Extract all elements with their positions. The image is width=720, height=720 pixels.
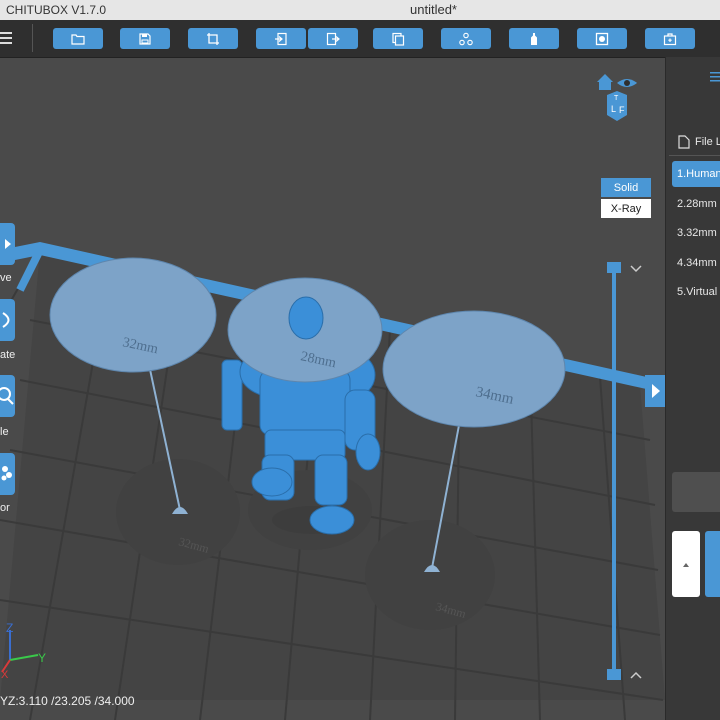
slider-bottom-handle[interactable] [607,669,621,680]
export-button[interactable] [308,28,358,49]
document-title: untitled* [410,2,457,17]
hamburger-menu-icon[interactable] [0,28,14,48]
disc-shadow [365,520,495,630]
chevron-down-icon[interactable] [630,265,642,273]
xyz-coordinate-readout: YZ:3.110 /23.205 /34.000 [0,694,135,708]
file-list-item[interactable]: 4.34mm [677,257,717,269]
main-toolbar [0,20,720,58]
svg-text:T: T [614,95,619,102]
import-icon [275,32,287,45]
panel-scrollbar[interactable] [705,531,720,597]
triangle-up-icon [683,563,689,567]
app-title: CHITUBOX V1.7.0 [6,3,107,17]
disc-32mm [49,257,217,373]
solid-mode-button[interactable]: Solid [601,178,651,197]
file-list-item[interactable]: 1.Human [677,168,720,180]
crop-icon [207,32,219,45]
file-list-divider [669,155,720,156]
3d-viewport[interactable]: 32mm 34mm 32mm 28mm 34mm L F T Z Y X ve … [0,57,665,720]
briefcase-icon [663,32,677,45]
move-icon [5,239,11,249]
save-button[interactable] [120,28,170,49]
slice-button[interactable] [645,28,695,49]
rotate-tool-label: ate [0,349,16,361]
rotate-icon [2,312,10,328]
save-icon [139,32,151,45]
file-icon [678,135,690,149]
title-bar: CHITUBOX V1.7.0 untitled* [0,0,720,20]
copy-icon [392,32,405,46]
file-list-item[interactable]: 5.Virtual [677,286,717,298]
hollow-icon [595,32,609,45]
axis-x-label: X [1,669,9,681]
scale-icon [0,387,14,405]
copy-button[interactable] [373,28,423,49]
bottle-icon [531,32,537,45]
side-panel: File L 1.Human 2.28mm 3.32mm 4.34mm 5.Vi… [665,57,720,720]
slider-top-handle[interactable] [607,262,621,273]
xray-mode-button[interactable]: X-Ray [601,199,651,218]
toolbar-divider [32,24,33,52]
import-button[interactable] [256,28,306,49]
export-icon [326,32,340,45]
open-folder-button[interactable] [53,28,103,49]
disc-34mm [382,310,566,428]
list-icon[interactable] [708,70,720,86]
mirror-tool-button[interactable] [0,453,15,495]
file-list-header: File L [695,136,720,148]
support-button[interactable] [509,28,559,49]
move-tool-button[interactable] [0,223,15,265]
file-list-item[interactable]: 2.28mm [677,198,717,210]
scroll-up-button[interactable] [672,531,700,597]
layout-button[interactable] [441,28,491,49]
scene-canvas: 32mm 34mm 32mm 28mm 34mm L F T Z Y X [0,74,665,720]
scale-tool-button[interactable] [0,375,15,417]
mirror-tool-label: or [0,502,10,514]
folder-icon [71,33,85,45]
home-icon[interactable] [597,74,613,90]
svg-text:L: L [611,104,616,114]
scale-tool-label: le [0,426,9,438]
svg-text:F: F [619,105,625,115]
crop-button[interactable] [188,28,238,49]
view-cube[interactable]: L F T [597,74,637,121]
mirror-icon [1,466,12,481]
hollow-button[interactable] [577,28,627,49]
panel-action-area[interactable] [672,472,720,512]
move-tool-label: ve [0,272,12,284]
network-icon [459,32,473,45]
rotate-tool-button[interactable] [0,299,15,341]
axis-y-label: Y [38,651,46,665]
axis-z-label: Z [6,621,13,635]
robot-head [288,296,324,340]
file-list-item[interactable]: 3.32mm [677,227,717,239]
